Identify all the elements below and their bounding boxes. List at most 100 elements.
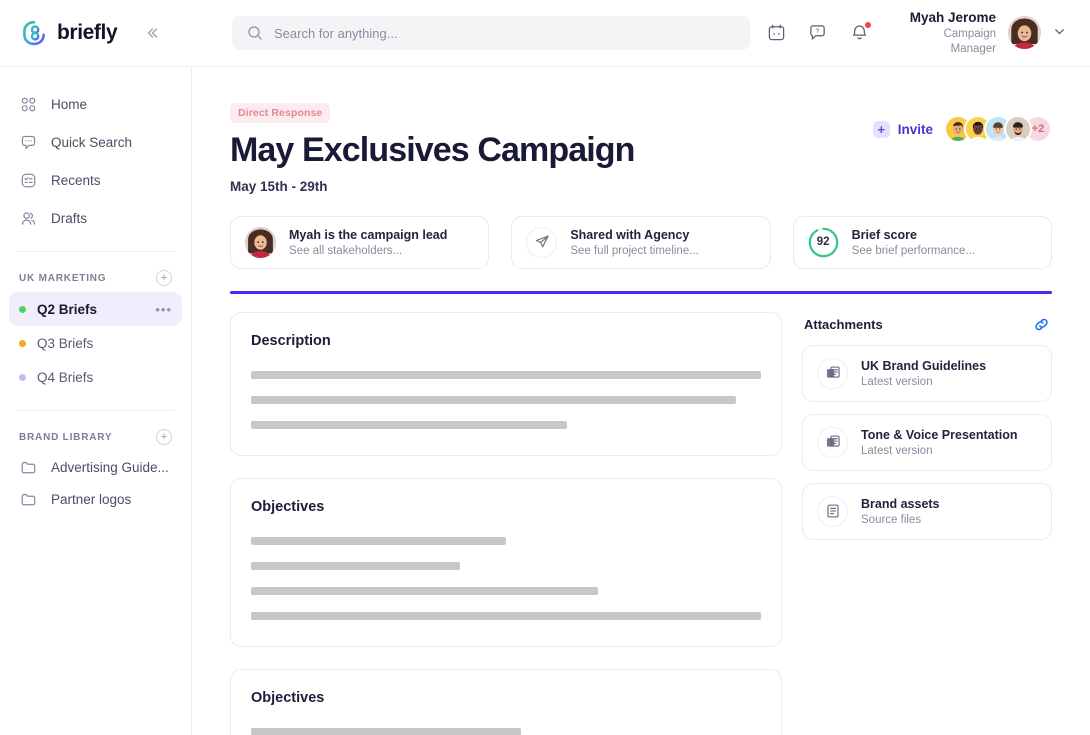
attachment-item[interactable]: UK Brand Guidelines Latest version [802,345,1052,402]
grid-icon [19,95,38,114]
page-title: May Exclusives Campaign [230,132,873,169]
info-card-subtitle: See brief performance... [852,245,975,257]
chat-search-icon [19,133,38,152]
list-clock-icon [19,171,38,190]
main-content: Direct Response May Exclusives Campaign … [192,67,1090,735]
info-card-title: Brief score [852,227,975,243]
info-card-text: Myah is the campaign lead See all stakeh… [289,227,447,257]
sidebar-item-quick-search[interactable]: Quick Search [9,123,182,161]
attachments-title: Attachments [804,317,883,332]
attachment-item[interactable]: Brand assets Source files [802,483,1052,540]
help-chat-icon[interactable]: ? [806,21,830,45]
user-menu[interactable]: Myah Jerome Campaign Manager [896,9,1066,57]
attachments-panel: Attachments [802,312,1052,735]
page-header: Direct Response May Exclusives Campaign … [230,103,1052,194]
invite-button[interactable]: + Invite [873,121,933,138]
notification-dot [865,22,871,28]
sidebar-item-label: Drafts [51,211,87,226]
sidebar-item-label: Advertising Guide... [51,460,169,475]
skeleton-line [251,396,736,404]
documents-icon [817,358,848,389]
avatar[interactable] [1008,16,1041,49]
sidebar-section-brand-library: BRAND LIBRARY + [9,429,182,445]
skeleton-line [251,537,506,545]
sidebar-item-label: Home [51,97,87,112]
skeleton-line [251,421,567,429]
sidebar-item-q4-briefs[interactable]: Q4 Briefs [9,360,182,394]
info-card-title: Shared with Agency [570,227,698,243]
status-dot [19,306,26,313]
skeleton-line [251,612,761,620]
invite-label: Invite [898,122,933,137]
sidebar-item-label: Q2 Briefs [37,302,97,317]
folder-icon [19,490,38,509]
content-columns: Description Objectives [230,312,1052,735]
brand-name: briefly [57,21,117,45]
accent-divider [230,291,1052,294]
invite-area: + Invite [873,103,1052,143]
attachments-header: Attachments [802,316,1052,333]
bell-icon[interactable] [848,21,872,45]
skeleton-line [251,587,598,595]
briefly-logo-icon [20,19,48,47]
attachment-text: Tone & Voice Presentation Latest version [861,427,1018,457]
search-input[interactable] [274,26,735,41]
top-bar-main: ? Myah Jerome Campaign Manager [192,0,1090,66]
search-box[interactable] [232,16,750,50]
attachment-text: UK Brand Guidelines Latest version [861,358,986,388]
score-ring: 92 [808,227,839,258]
search-icon [247,25,263,41]
sidebar-item-drafts[interactable]: Drafts [9,199,182,237]
avatar [245,227,276,258]
sidebar-item-q2-briefs[interactable]: Q2 Briefs ••• [9,292,182,326]
section-title: UK MARKETING [19,273,106,284]
attachment-subtitle: Latest version [861,376,986,388]
panel-title: Objectives [251,499,761,515]
svg-text:?: ? [816,29,820,36]
more-horizontal-icon[interactable]: ••• [155,302,172,317]
sidebar-item-q3-briefs[interactable]: Q3 Briefs [9,326,182,360]
sidebar-item-advertising-guidelines[interactable]: Advertising Guide... [9,451,182,483]
link-icon[interactable] [1033,316,1050,333]
attachment-item[interactable]: Tone & Voice Presentation Latest version [802,414,1052,471]
body: Home Quick Search [0,67,1090,735]
panel-objectives-2: Objectives [230,669,782,735]
sidebar-item-label: Q4 Briefs [37,370,93,385]
users-icon [19,209,38,228]
sidebar-item-home[interactable]: Home [9,85,182,123]
sidebar-item-partner-logos[interactable]: Partner logos [9,483,182,515]
brand-zone: briefly [0,0,192,66]
sidebar-divider [17,251,174,252]
folder-icon [19,458,38,477]
attachment-subtitle: Latest version [861,445,1018,457]
avatar-stack[interactable]: +2 [944,115,1052,143]
chevron-double-left-icon[interactable] [134,16,168,50]
info-card-title: Myah is the campaign lead [289,227,447,243]
chevron-down-icon[interactable] [1053,25,1066,41]
panel-objectives-1: Objectives [230,478,782,647]
attachment-subtitle: Source files [861,514,940,526]
info-cards-row: Myah is the campaign lead See all stakeh… [230,216,1052,269]
info-card-brief-score[interactable]: 92 Brief score See brief performance... [793,216,1052,269]
user-meta: Myah Jerome Campaign Manager [896,9,996,57]
plus-circle-icon[interactable]: + [156,429,172,445]
document-list-icon [817,496,848,527]
info-card-shared-with-agency[interactable]: Shared with Agency See full project time… [511,216,770,269]
info-card-text: Brief score See brief performance... [852,227,975,257]
score-value: 92 [808,227,839,258]
panel-title: Objectives [251,690,761,706]
status-dot [19,374,26,381]
sidebar-section-uk-marketing: UK MARKETING + [9,270,182,286]
info-card-campaign-lead[interactable]: Myah is the campaign lead See all stakeh… [230,216,489,269]
section-title: BRAND LIBRARY [19,432,112,443]
avatar[interactable] [1004,115,1032,143]
attachment-text: Brand assets Source files [861,496,940,526]
content-left-column: Description Objectives [230,312,782,735]
sidebar-item-recents[interactable]: Recents [9,161,182,199]
plus-circle-icon[interactable]: + [156,270,172,286]
top-bar: briefly [0,0,1090,67]
user-role: Campaign Manager [896,27,996,57]
panel-title: Description [251,333,761,349]
calendar-icon[interactable] [764,21,788,45]
sidebar: Home Quick Search [0,67,192,735]
